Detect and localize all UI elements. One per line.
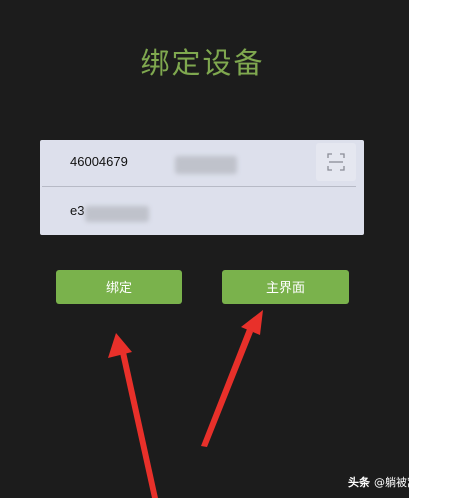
field-divider xyxy=(42,186,356,187)
second-field[interactable]: e3 xyxy=(40,189,364,235)
redacted-blur xyxy=(175,156,237,174)
scan-button[interactable] xyxy=(316,143,356,181)
annotation-arrow-right xyxy=(201,310,263,447)
watermark-handle: @躺被窝看电影 xyxy=(374,476,451,489)
device-id-field[interactable]: 46004679 xyxy=(40,140,364,186)
watermark-brand: 头条 xyxy=(348,476,370,489)
redacted-blur xyxy=(85,206,149,222)
annotation-arrow-left xyxy=(108,333,158,498)
bind-button[interactable]: 绑定 xyxy=(56,270,182,304)
device-id-value: 46004679 xyxy=(70,154,128,169)
page-title: 绑定设备 xyxy=(140,46,265,80)
second-field-value: e3 xyxy=(70,203,85,218)
scan-icon xyxy=(327,153,345,171)
main-screen-button[interactable]: 主界面 xyxy=(222,270,349,304)
watermark: 头条 @躺被窝看电影 xyxy=(348,474,451,490)
bind-form-card: 46004679 e3 xyxy=(40,140,364,235)
app-screen: 绑定设备 46004679 e3 绑定 主界面 xyxy=(0,0,409,498)
